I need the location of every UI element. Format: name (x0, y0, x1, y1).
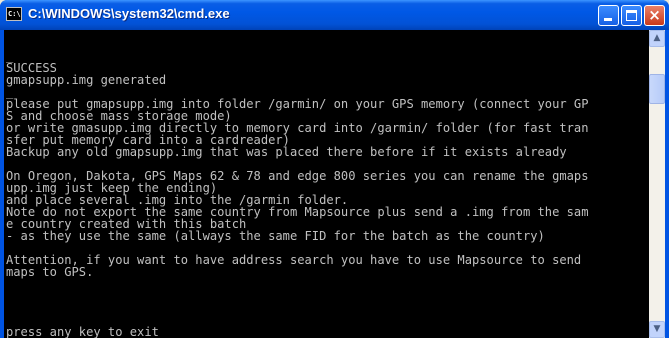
arrow-down-icon: ▼ (653, 324, 661, 334)
console-window: C:\ C:\WINDOWS\system32\cmd.exe × _ SUCC… (0, 0, 669, 338)
title-bar[interactable]: C:\ C:\WINDOWS\system32\cmd.exe × (0, 0, 669, 30)
console-output-area[interactable]: _ SUCCESS gmapsupp.img generated _ pleas… (4, 30, 649, 338)
window-frame-right (665, 30, 669, 338)
close-button[interactable]: × (644, 5, 665, 26)
maximize-button[interactable] (621, 5, 642, 26)
minimize-button[interactable] (598, 5, 619, 26)
minimize-icon (604, 18, 612, 21)
scroll-up-button[interactable]: ▲ (649, 30, 665, 47)
vertical-scrollbar[interactable]: ▲ ▼ (649, 30, 665, 338)
close-icon: × (648, 6, 661, 24)
scroll-down-button[interactable]: ▼ (649, 321, 665, 338)
scrollbar-thumb[interactable] (649, 74, 665, 104)
window-title: C:\WINDOWS\system32\cmd.exe (28, 6, 230, 21)
console-output-text: _ SUCCESS gmapsupp.img generated _ pleas… (6, 49, 589, 338)
cmd-app-icon[interactable]: C:\ (6, 7, 22, 21)
maximize-icon (626, 10, 637, 21)
arrow-up-icon: ▲ (653, 33, 661, 43)
